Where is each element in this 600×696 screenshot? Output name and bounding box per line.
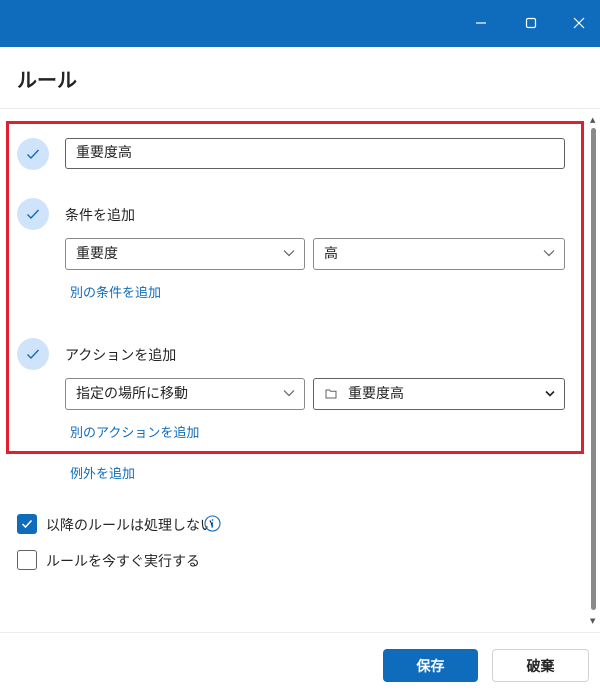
save-button[interactable]: 保存: [383, 649, 478, 682]
folder-icon: [325, 389, 337, 399]
close-button[interactable]: [564, 8, 594, 38]
checkmark-icon: [27, 349, 40, 360]
minimize-button[interactable]: [466, 8, 496, 38]
add-exception-link[interactable]: 例外を追加: [70, 463, 135, 482]
condition-value: 高: [324, 246, 338, 262]
scroll-up-arrow-icon[interactable]: ▲: [590, 116, 595, 124]
close-icon: [573, 17, 585, 29]
maximize-icon: [525, 17, 537, 29]
window-titlebar: [0, 0, 600, 47]
condition-value-dropdown[interactable]: 高: [313, 238, 565, 270]
checkmark-icon: [27, 149, 40, 160]
title-divider: [0, 108, 600, 109]
stop-processing-label: 以降のルールは処理しない: [46, 518, 214, 534]
discard-button[interactable]: 破棄: [492, 649, 589, 682]
run-now-label: ルールを今すぐ実行する: [46, 554, 200, 570]
action-type-dropdown[interactable]: 指定の場所に移動: [65, 378, 305, 410]
condition-field-dropdown[interactable]: 重要度: [65, 238, 305, 270]
add-condition-link[interactable]: 別の条件を追加: [70, 282, 161, 301]
chevron-down-icon: [543, 250, 555, 257]
stop-processing-checkbox[interactable]: [17, 514, 37, 534]
scrollbar-thumb[interactable]: [591, 128, 596, 610]
minimize-icon: [476, 22, 486, 24]
action-type-value: 指定の場所に移動: [76, 386, 188, 402]
run-now-checkbox[interactable]: [17, 550, 37, 570]
checkmark-icon: [27, 209, 40, 220]
condition-field-value: 重要度: [76, 246, 118, 262]
action-folder-value: 重要度高: [348, 386, 404, 402]
condition-heading: 条件を追加: [65, 208, 135, 224]
action-heading: アクションを追加: [65, 348, 177, 364]
maximize-button[interactable]: [516, 8, 546, 38]
dialog-title: ルール: [17, 68, 77, 92]
step-check-action: [17, 338, 49, 370]
step-check-condition: [17, 198, 49, 230]
chevron-down-icon: [283, 250, 295, 257]
checkmark-icon: [21, 519, 33, 529]
chevron-down-icon: [283, 390, 295, 397]
chevron-down-icon: [545, 390, 555, 397]
info-icon[interactable]: [204, 515, 221, 532]
step-check-name: [17, 138, 49, 170]
action-folder-dropdown[interactable]: 重要度高: [313, 378, 565, 410]
rule-name-input[interactable]: 重要度高: [65, 138, 565, 169]
footer-divider: [0, 632, 600, 633]
add-action-link[interactable]: 別のアクションを追加: [70, 422, 199, 441]
scroll-down-arrow-icon[interactable]: ▼: [590, 617, 595, 625]
